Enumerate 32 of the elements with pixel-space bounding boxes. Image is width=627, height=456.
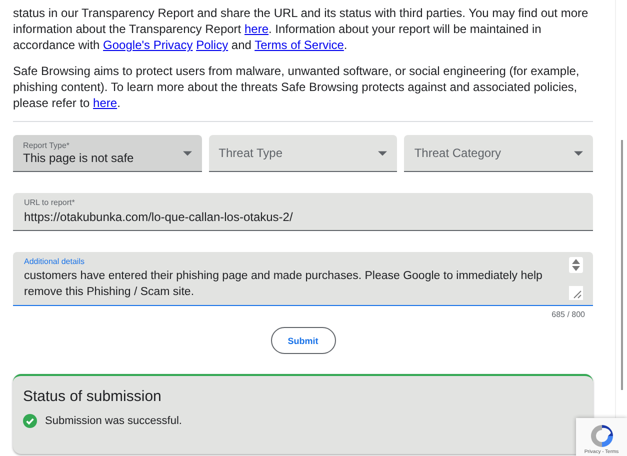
text-link[interactable]: Policy	[196, 38, 228, 52]
dropdown-field[interactable]: Threat Type	[208, 135, 398, 172]
field-placeholder: Threat Category	[414, 146, 502, 160]
text-link[interactable]: here	[93, 96, 118, 110]
dropdown-caret-icon	[378, 150, 388, 156]
url-field[interactable]: URL to report* https://otakubunka.com/lo-que-callan-los-otakus-2/	[13, 193, 593, 231]
url-input[interactable]: https://otakubunka.com/lo-que-callan-los-otakus-2/	[24, 209, 583, 225]
status-title: Status of submission	[23, 388, 162, 405]
info-paragraph: Safe Browsing aims to protect users from malware, unwanted software, or social engineering (for example, phishing content). To learn more about the threats Safe Browsing protects against and associated policies, please refer to here.	[13, 63, 580, 111]
spinner-arrows-icon[interactable]	[569, 257, 583, 273]
text-link[interactable]: Terms of Service	[254, 38, 344, 52]
field-placeholder: Threat Type	[218, 146, 284, 160]
dropdown-field[interactable]: Report Type* This page is not safe	[13, 135, 202, 172]
character-counter: 685 / 800	[550, 310, 585, 319]
field-value: This page is not safe	[23, 150, 135, 166]
dropdown-field[interactable]: Threat Category	[404, 135, 594, 172]
field-label: Report Type*	[23, 140, 71, 150]
recaptcha-logo-icon	[588, 423, 614, 449]
scrollbar-thumb[interactable]	[620, 140, 622, 390]
submit-button[interactable]: Submit	[270, 327, 336, 354]
check-circle-icon	[23, 414, 37, 428]
resize-handle-icon[interactable]	[569, 286, 583, 300]
status-message: Submission was successful.	[45, 415, 182, 427]
dropdown-caret-icon	[182, 150, 192, 156]
info-paragraph: status in our Transparency Report and share the URL and its status with third parties. You may find out more information about the Transparency Report here. Information about your report will be maintained in accordance with Google's Privacy Policy and Terms of Service.	[13, 5, 590, 53]
field-label: URL to report*	[24, 198, 76, 208]
details-input[interactable]: customers have entered their phishing page and made purchases. Please Google to immediately help remove this Phishing / Scam site.	[24, 268, 565, 300]
text-link[interactable]: Google's Privacy	[103, 38, 193, 52]
details-textarea[interactable]: Additional details customers have entered their phishing page and made purchases. Please Google to immediately help remove this Phishing / Scam site.	[13, 252, 593, 306]
text-link[interactable]: here	[244, 22, 268, 36]
dropdown-caret-icon	[574, 150, 584, 156]
field-label: Additional details	[24, 257, 86, 267]
